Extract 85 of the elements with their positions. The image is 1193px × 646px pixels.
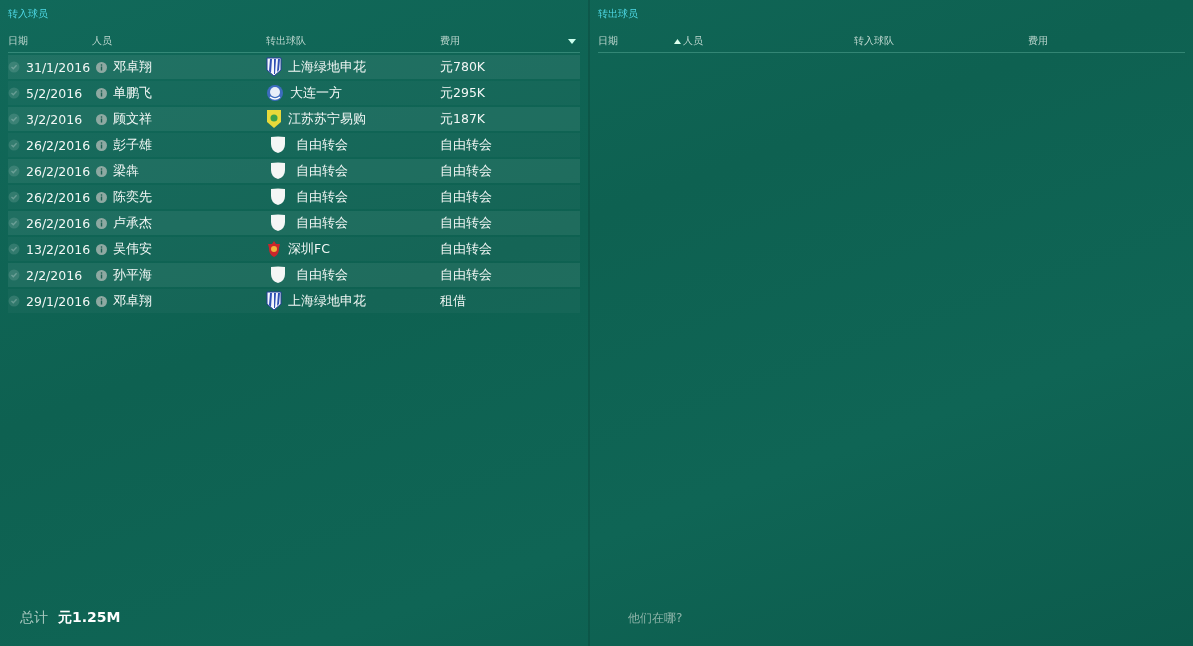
club-name[interactable]: 自由转会 [296,188,348,206]
club-name[interactable]: 自由转会 [296,162,348,180]
player-name[interactable]: 单鹏飞 [113,84,152,102]
date-text: 2/2/2016 [26,267,83,283]
check-icon[interactable] [8,87,20,99]
total-label: 总计 [20,609,48,627]
fee-text: 元780K [440,58,486,76]
fee-text: 自由转会 [440,136,492,154]
club-name[interactable]: 大连一方 [290,84,342,102]
date-text: 3/2/2016 [26,111,83,127]
column-header[interactable]: 日期 [8,34,28,48]
date-text: 26/2/2016 [26,189,91,205]
info-icon[interactable] [96,243,107,255]
shield-icon [270,266,286,284]
date-text: 13/2/2016 [26,241,91,257]
fee-text: 自由转会 [440,188,492,206]
info-icon[interactable] [96,191,107,203]
panel-title: 转入球员 [8,7,49,21]
player-name[interactable]: 孙平海 [113,266,152,284]
check-icon[interactable] [8,165,20,177]
fee-text: 元295K [440,84,486,102]
player-name[interactable]: 邓卓翔 [113,58,152,76]
info-icon[interactable] [96,61,107,73]
info-icon[interactable] [96,217,107,229]
sort-up-icon[interactable] [674,38,681,44]
info-icon[interactable] [96,269,107,281]
total-value: 元1.25M [58,609,121,627]
info-icon[interactable] [96,165,107,177]
check-icon[interactable] [8,295,20,307]
info-icon[interactable] [96,295,107,307]
check-icon[interactable] [8,243,20,255]
shield-icon [270,162,286,180]
hint-link[interactable]: 他们在哪? [610,609,683,627]
date-text: 26/2/2016 [26,215,91,231]
shield-icon [270,136,286,154]
date-text: 26/2/2016 [26,137,91,153]
column-header[interactable]: 转入球队 [854,34,894,48]
player-name[interactable]: 卢承杰 [113,214,152,232]
check-icon[interactable] [8,269,20,281]
info-icon[interactable] [96,139,107,151]
player-name[interactable]: 彭子雄 [113,136,152,154]
column-header[interactable]: 费用 [440,34,460,48]
check-icon[interactable] [8,191,20,203]
fee-text: 租借 [440,292,466,310]
player-name[interactable]: 顾文祥 [113,110,152,128]
club-name[interactable]: 自由转会 [296,214,348,232]
fee-text: 自由转会 [440,214,492,232]
shield-icon [270,188,286,206]
club-name[interactable]: 自由转会 [296,136,348,154]
club-name[interactable]: 江苏苏宁易购 [288,110,366,128]
column-header[interactable]: 人员 [92,34,112,48]
emblem-shield-icon [266,109,282,129]
column-header[interactable]: 人员 [674,34,703,48]
player-name[interactable]: 吴伟安 [113,240,152,258]
globe-crest-icon [266,83,284,103]
club-name[interactable]: 上海绿地申花 [288,292,366,310]
striped-shield-icon [266,57,282,77]
panel-title: 转出球员 [598,7,639,21]
check-icon[interactable] [8,139,20,151]
info-icon[interactable] [96,113,107,125]
fee-text: 自由转会 [440,266,492,284]
date-text: 31/1/2016 [26,59,91,75]
column-header[interactable]: 日期 [598,34,618,48]
check-icon[interactable] [8,113,20,125]
column-header[interactable]: 转出球队 [266,34,306,48]
striped-shield-icon [266,291,282,311]
player-name[interactable]: 邓卓翔 [113,292,152,310]
player-name[interactable]: 陈奕先 [113,188,152,206]
sort-down-icon[interactable] [568,38,576,44]
date-text: 26/2/2016 [26,163,91,179]
club-name[interactable]: 深圳FC [288,240,330,258]
column-header[interactable]: 费用 [1028,34,1048,48]
check-icon[interactable] [8,61,20,73]
crest-icon [266,240,282,258]
info-icon[interactable] [96,87,107,99]
player-name[interactable]: 梁犇 [113,162,139,180]
date-text: 29/1/2016 [26,293,91,309]
club-name[interactable]: 上海绿地申花 [288,58,366,76]
fee-text: 自由转会 [440,162,492,180]
check-icon[interactable] [8,217,20,229]
fee-text: 自由转会 [440,240,492,258]
shield-icon [270,214,286,232]
fee-text: 元187K [440,110,486,128]
date-text: 5/2/2016 [26,85,83,101]
club-name[interactable]: 自由转会 [296,266,348,284]
